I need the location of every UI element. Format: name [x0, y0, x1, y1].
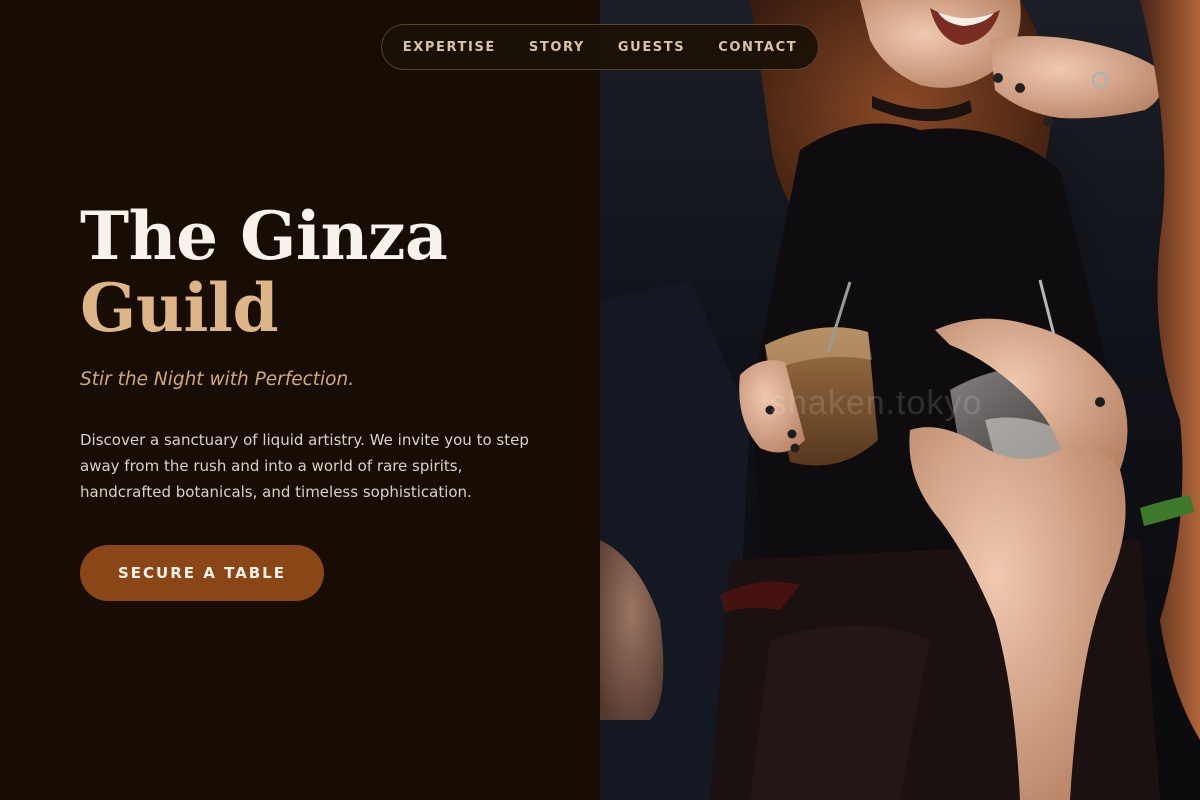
hero-tagline: Stir the Night with Perfection.: [80, 369, 355, 390]
nav-link-expertise[interactable]: EXPERTISE: [403, 40, 496, 55]
nav-link-story[interactable]: STORY: [529, 40, 585, 55]
hero-photo: shaken.tokyo: [600, 0, 1200, 800]
main-nav: EXPERTISE STORY GUESTS CONTACT: [381, 24, 819, 70]
secure-table-button[interactable]: SECURE A TABLE: [80, 545, 324, 601]
hero-intro-text: Discover a sanctuary of liquid artistry.…: [80, 431, 529, 501]
hero-panel: The Ginza Guild Stir the Night with Perf…: [0, 0, 600, 800]
hero-title-line2: Guild: [80, 269, 279, 347]
nav-link-guests[interactable]: GUESTS: [618, 40, 685, 55]
hero-title: The Ginza Guild: [80, 197, 448, 347]
nav-link-contact[interactable]: CONTACT: [718, 40, 797, 55]
hero-title-line1: The Ginza: [80, 197, 448, 275]
photo-watermark: shaken.tokyo: [770, 384, 983, 422]
